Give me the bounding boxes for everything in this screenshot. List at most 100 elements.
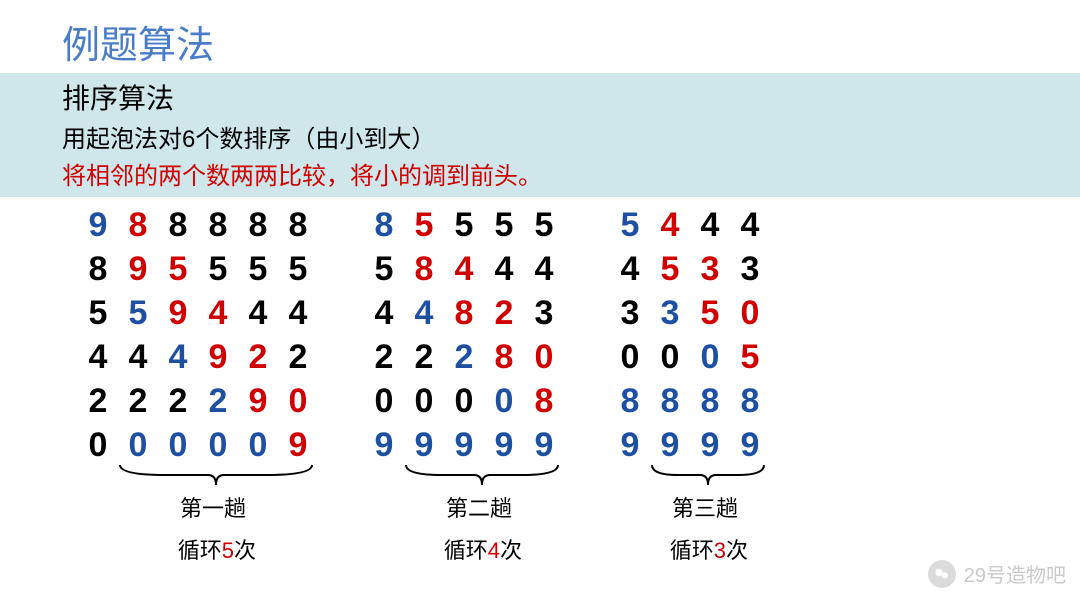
cell: 3: [526, 291, 562, 335]
cell: 8: [240, 203, 276, 247]
grid-column: 854209: [280, 203, 316, 467]
cell: 9: [486, 423, 522, 467]
cell: 4: [280, 291, 316, 335]
cell: 5: [446, 203, 482, 247]
cell: 4: [692, 203, 728, 247]
grid-column: 542809: [486, 203, 522, 467]
cell: 9: [160, 291, 196, 335]
cell: 5: [692, 291, 728, 335]
cell: 8: [486, 335, 522, 379]
cell: 0: [406, 379, 442, 423]
cell: 0: [652, 335, 688, 379]
cell: 8: [732, 379, 768, 423]
cell: 0: [486, 379, 522, 423]
cell: 4: [120, 335, 156, 379]
cell: 4: [200, 291, 236, 335]
watermark: 29号造物吧: [928, 559, 1066, 588]
cell: 0: [526, 335, 562, 379]
cell: 0: [240, 423, 276, 467]
cell: 0: [612, 335, 648, 379]
brace-icon: [648, 463, 768, 489]
cell: 3: [652, 291, 688, 335]
cell: 4: [486, 247, 522, 291]
grid-column: 430589: [732, 203, 768, 467]
cell: 5: [406, 203, 442, 247]
grid-column: 543089: [526, 203, 562, 467]
cell: 8: [652, 379, 688, 423]
cell: 5: [120, 291, 156, 335]
cell: 4: [526, 247, 562, 291]
cell: 8: [280, 203, 316, 247]
cell: 5: [160, 247, 196, 291]
cell: 9: [612, 423, 648, 467]
cell: 9: [366, 423, 402, 467]
loop-label: 循环5次: [178, 533, 256, 565]
cell: 4: [446, 247, 482, 291]
cell: 4: [732, 203, 768, 247]
grid-column: 854920: [200, 203, 236, 467]
pass-block-3: 543089453089435089430589 第三趟循环3次: [612, 203, 768, 565]
rule-text: 将相邻的两个数两两比较，将小的调到前头。: [62, 156, 1018, 191]
grid-column: 985420: [80, 203, 116, 467]
cell: 9: [446, 423, 482, 467]
cell: 5: [612, 203, 648, 247]
cell: 3: [692, 247, 728, 291]
cell: 2: [486, 291, 522, 335]
cell: 2: [240, 335, 276, 379]
cell: 9: [200, 335, 236, 379]
cell: 4: [80, 335, 116, 379]
wechat-icon: [928, 560, 956, 588]
grid-column: 435089: [692, 203, 728, 467]
cell: 8: [526, 379, 562, 423]
cell: 8: [160, 203, 196, 247]
cell: 8: [692, 379, 728, 423]
grid-column: 859420: [160, 203, 196, 467]
number-grid: 854209584209548209542809543089: [366, 203, 562, 467]
cell: 4: [406, 291, 442, 335]
cell: 5: [280, 247, 316, 291]
pass-block-2: 854209584209548209542809543089 第二趟循环4次: [366, 203, 562, 565]
cell: 5: [240, 247, 276, 291]
grid-column: 854209: [366, 203, 402, 467]
grid-column: 543089: [612, 203, 648, 467]
cell: 3: [612, 291, 648, 335]
cell: 0: [200, 423, 236, 467]
cell: 5: [652, 247, 688, 291]
cell: 2: [200, 379, 236, 423]
cell: 5: [366, 247, 402, 291]
grid-column: 895420: [120, 203, 156, 467]
grid-column: 548209: [446, 203, 482, 467]
cell: 2: [80, 379, 116, 423]
number-grid: 985420895420859420854920854290854209: [80, 203, 316, 467]
description: 用起泡法对6个数排序（由小到大）: [62, 119, 1018, 154]
cell: 8: [612, 379, 648, 423]
cell: 2: [160, 379, 196, 423]
loop-label: 循环4次: [444, 533, 522, 565]
header-banner: 排序算法 用起泡法对6个数排序（由小到大） 将相邻的两个数两两比较，将小的调到前…: [0, 73, 1080, 197]
cell: 8: [446, 291, 482, 335]
cell: 2: [280, 335, 316, 379]
cell: 9: [280, 423, 316, 467]
cell: 0: [692, 335, 728, 379]
cell: 0: [120, 423, 156, 467]
cell: 4: [652, 203, 688, 247]
cell: 5: [80, 291, 116, 335]
cell: 8: [200, 203, 236, 247]
cell: 0: [160, 423, 196, 467]
grid-column: 584209: [406, 203, 442, 467]
sort-visualization: 985420895420859420854920854290854209 第一趟…: [0, 197, 1080, 565]
page-title: 例题算法: [0, 0, 1080, 73]
cell: 4: [160, 335, 196, 379]
cell: 0: [280, 379, 316, 423]
pass-block-1: 985420895420859420854920854290854209 第一趟…: [80, 203, 316, 565]
loop-label: 循环3次: [670, 533, 748, 565]
cell: 8: [406, 247, 442, 291]
number-grid: 543089453089435089430589: [612, 203, 768, 467]
cell: 5: [526, 203, 562, 247]
cell: 2: [120, 379, 156, 423]
pass-label: 第二趟: [446, 491, 512, 523]
cell: 4: [366, 291, 402, 335]
pass-label: 第三趟: [672, 491, 738, 523]
cell: 5: [486, 203, 522, 247]
pass-label: 第一趟: [180, 491, 246, 523]
